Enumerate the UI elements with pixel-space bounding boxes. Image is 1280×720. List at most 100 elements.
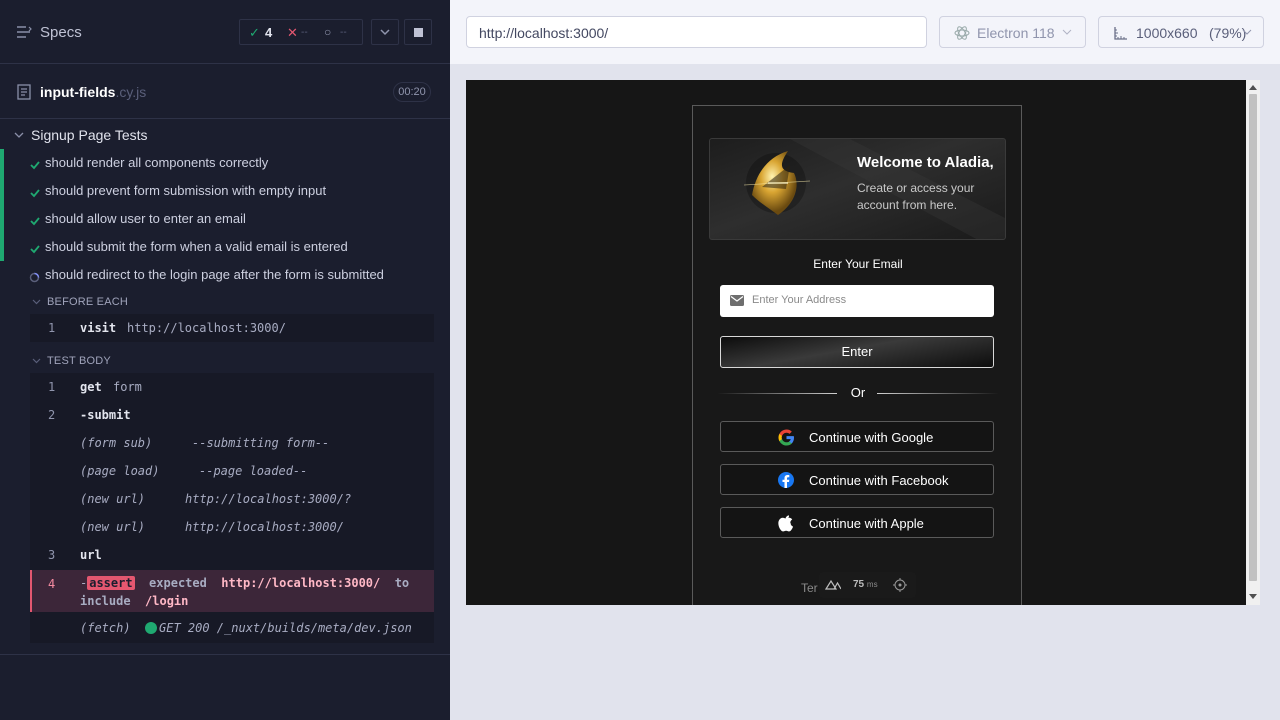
command-row[interactable]: 2 -submit (30, 401, 434, 429)
command-number: 3 (48, 548, 56, 562)
spec-file-basename: input-fields (40, 84, 116, 100)
passed-check-icon (30, 241, 40, 259)
command-name: (fetch) (80, 621, 131, 635)
command-name: (new url) (80, 520, 146, 534)
reporter-header: Specs ✓ 4 ✕ -- ○ -- (0, 0, 450, 64)
electron-icon (954, 26, 970, 40)
passed-check-icon (30, 185, 40, 203)
scroll-down-icon[interactable] (1249, 594, 1257, 600)
command-row[interactable]: (fetch) GET 200 /_nuxt/builds/meta/dev.j… (30, 614, 434, 642)
document-icon (17, 84, 31, 100)
test-body-chevron-icon[interactable] (32, 357, 41, 364)
test-row[interactable]: should render all components correctly (0, 149, 450, 177)
command-name: -submit (80, 408, 131, 422)
fetch-message: GET 200 /_nuxt/builds/meta/dev.json (159, 621, 412, 635)
hero-subtitle: Create or access your account from here. (857, 181, 975, 212)
stop-icon (414, 28, 423, 37)
aut-panel: http://localhost:3000/ Electron 118 1000… (450, 0, 1280, 720)
google-label: Continue with Google (809, 430, 934, 445)
assert-include: include (80, 594, 131, 608)
command-name: (page load) (80, 464, 160, 478)
command-row[interactable]: 3 url (30, 541, 434, 569)
passed-check-icon (30, 157, 40, 175)
scroll-up-icon[interactable] (1249, 84, 1257, 90)
chevron-down-icon (1242, 29, 1252, 35)
command-name: (new url) (80, 492, 146, 506)
chevron-down-icon (380, 29, 390, 36)
browser-toolbar: http://localhost:3000/ Electron 118 1000… (450, 0, 1280, 64)
suite-chevron-icon[interactable] (14, 131, 24, 139)
spec-file-bar: input-fields.cy.js 00:20 (0, 65, 450, 119)
email-placeholder: Enter Your Address (752, 294, 847, 306)
app-viewport: Welcome to Aladia, Create or access your… (466, 80, 1246, 605)
email-input[interactable]: Enter Your Address (720, 285, 994, 317)
test-status-bar (0, 177, 4, 205)
command-number: 4 (48, 577, 56, 591)
browser-selector[interactable]: Electron 118 (939, 16, 1086, 48)
footer-terms-text: Ter (801, 581, 818, 595)
command-number: 1 (48, 321, 56, 335)
scroll-thumb[interactable] (1249, 94, 1257, 581)
google-button[interactable]: Continue with Google (720, 421, 994, 452)
email-label: Enter Your Email (813, 257, 903, 271)
apple-button[interactable]: Continue with Apple (720, 507, 994, 538)
google-icon (778, 429, 794, 446)
command-number: 2 (48, 408, 56, 422)
viewport-selector[interactable]: 1000x660 (79%) (1098, 16, 1264, 48)
passed-count: 4 (265, 25, 273, 40)
test-row-running[interactable]: should redirect to the login page after … (0, 261, 450, 289)
test-row[interactable]: should allow user to enter an email (0, 205, 450, 233)
app-scrollbar[interactable] (1246, 80, 1260, 605)
specs-label[interactable]: Specs (40, 24, 82, 41)
stop-button[interactable] (404, 19, 432, 45)
command-message-line2: include /login (80, 594, 188, 608)
command-name: url (80, 548, 102, 562)
command-row[interactable]: 1 visit http://localhost:3000/ (30, 314, 434, 342)
divider (0, 654, 450, 655)
status-dot-icon (145, 622, 157, 634)
failed-x-icon: ✕ (287, 25, 298, 40)
nuxt-devtools-bar[interactable]: 75 ms (819, 572, 916, 598)
render-time-unit: ms (866, 580, 878, 589)
command-row[interactable]: (page load) --page loaded-- (30, 457, 434, 485)
hero-banner: Welcome to Aladia, Create or access your… (709, 138, 1006, 240)
test-status-bar (0, 205, 4, 233)
command-message: http://localhost:3000/ (185, 520, 344, 534)
suite-title[interactable]: Signup Page Tests (31, 127, 148, 143)
command-number: 1 (48, 380, 56, 394)
render-time-value: 75 (853, 579, 865, 590)
failed-assert-row[interactable]: 4 - assert expected http://localhost:3000… (30, 570, 434, 612)
pending-spinner-icon: ○ (324, 25, 332, 39)
command-message: http://localhost:3000/ (127, 321, 286, 335)
specs-list-icon[interactable] (17, 26, 32, 38)
test-row[interactable]: should submit the form when a valid emai… (0, 233, 450, 261)
envelope-icon (730, 295, 744, 306)
test-body-header[interactable]: TEST BODY (47, 355, 111, 367)
command-row[interactable]: 1 get form (30, 373, 434, 401)
test-title: should prevent form submission with empt… (45, 183, 327, 198)
command-message: http://localhost:3000/? (185, 492, 352, 506)
command-row[interactable]: (new url) http://localhost:3000/ (30, 513, 434, 541)
command-name: get (80, 380, 102, 394)
spec-file-name[interactable]: input-fields.cy.js (40, 84, 146, 100)
facebook-label: Continue with Facebook (809, 473, 949, 488)
test-title: should render all components correctly (45, 155, 269, 170)
url-bar[interactable]: http://localhost:3000/ (466, 16, 927, 48)
command-name: visit (80, 321, 117, 335)
assert-to: to (394, 576, 410, 590)
command-row[interactable]: (new url) http://localhost:3000/? (30, 485, 434, 513)
collapse-button[interactable] (371, 19, 399, 45)
or-divider: Or (717, 385, 999, 401)
test-row[interactable]: should prevent form submission with empt… (0, 177, 450, 205)
assert-badge: assert (87, 576, 135, 590)
enter-button[interactable]: Enter (720, 336, 994, 368)
crosshair-icon[interactable] (893, 578, 907, 592)
reporter-panel: Specs ✓ 4 ✕ -- ○ -- input-fields.cy.js 0… (0, 0, 450, 720)
or-text: Or (850, 385, 866, 400)
before-each-chevron-icon[interactable] (32, 298, 41, 305)
command-row[interactable]: (form sub) --submitting form-- (30, 429, 434, 457)
before-each-header[interactable]: BEFORE EACH (47, 296, 128, 308)
signup-card: Welcome to Aladia, Create or access your… (692, 105, 1022, 605)
test-status-bar (0, 149, 4, 177)
facebook-button[interactable]: Continue with Facebook (720, 464, 994, 495)
